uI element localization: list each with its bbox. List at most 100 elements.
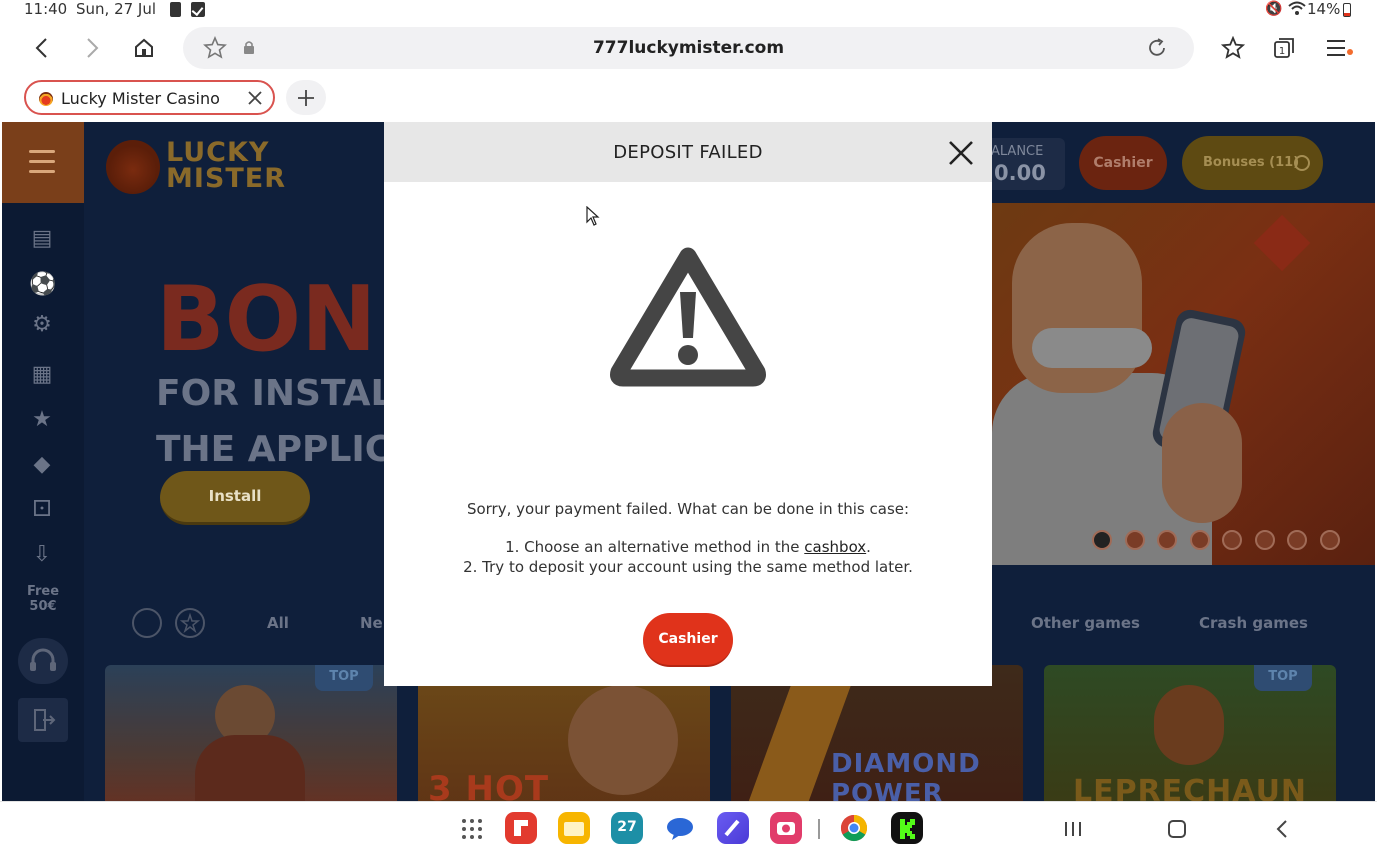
balance-value: 0.00: [994, 161, 1046, 185]
back-nav-icon[interactable]: [1269, 816, 1295, 842]
tab-close-icon[interactable]: [245, 88, 265, 108]
calendar-day: 27: [617, 819, 637, 835]
home-icon[interactable]: [129, 33, 159, 63]
slider-dot[interactable]: [1124, 530, 1145, 550]
messages-icon[interactable]: [664, 812, 696, 844]
game-card-1[interactable]: TOP: [105, 665, 397, 801]
filter-crash-games[interactable]: Crash games: [1199, 614, 1308, 632]
my-files-icon[interactable]: [558, 812, 590, 844]
camera-icon[interactable]: [770, 812, 802, 844]
mouse-cursor-icon: [586, 206, 600, 226]
gamepad-icon[interactable]: ⚙: [29, 312, 55, 338]
gift-icon[interactable]: ▦: [29, 362, 55, 388]
header-cashier-button[interactable]: Cashier: [1079, 136, 1167, 190]
notes-icon[interactable]: [717, 812, 749, 844]
flipboard-icon[interactable]: [505, 812, 537, 844]
balance-display: ALANCE 0.00: [987, 138, 1065, 190]
address-bar[interactable]: 777luckymister.com: [183, 27, 1194, 69]
game-card-title: LEPRECHAUN: [1072, 774, 1308, 801]
hero-subtitle-2: THE APPLICA: [156, 429, 420, 470]
site-menu-button[interactable]: [2, 122, 84, 203]
slider-dot[interactable]: [1189, 530, 1210, 550]
browser-toolbar: 777luckymister.com 1: [0, 20, 1377, 76]
install-button[interactable]: Install: [160, 471, 310, 525]
apps-grid-icon[interactable]: [459, 816, 485, 842]
plus-icon: [298, 89, 314, 106]
free-bonus-link[interactable]: Free 50€: [20, 584, 66, 614]
calendar-filter-icon[interactable]: [132, 608, 162, 638]
tabs-count-icon[interactable]: 1: [1269, 33, 1299, 63]
status-bar: 11:40 Sun, 27 Jul 🔇 14%: [0, 0, 1377, 20]
download-icon[interactable]: ⇩: [29, 542, 55, 568]
reload-icon[interactable]: [1145, 36, 1169, 60]
calendar-icon[interactable]: 27: [611, 812, 643, 844]
battery-level: 14%: [1307, 0, 1341, 18]
site-logo[interactable]: LUCKY MISTER: [106, 139, 296, 196]
slider-dot[interactable]: [1319, 530, 1340, 550]
logo-mascot-icon: [106, 140, 160, 194]
slider-dot[interactable]: [1222, 530, 1242, 550]
site-sidebar: ▤ ⚽ ⚙ ▦ ★ ◆ ⚀ ⇩ Free 50€: [2, 122, 84, 801]
top-badge: TOP: [1254, 665, 1312, 691]
dice-icon[interactable]: ⚀: [29, 497, 55, 523]
suggestion-1-end: .: [866, 538, 871, 556]
new-tab-button[interactable]: [286, 80, 326, 115]
browser-menu-icon[interactable]: [1321, 33, 1351, 63]
logout-button[interactable]: [18, 698, 68, 742]
gem-decoration: [1253, 214, 1311, 272]
bonuses-label: Bonuses (11): [1203, 155, 1300, 170]
tab-title: Lucky Mister Casino: [61, 89, 220, 108]
error-message: Sorry, your payment failed. What can be …: [466, 500, 910, 518]
support-button[interactable]: [18, 638, 68, 684]
slider-dots: [1092, 530, 1352, 550]
suggestion-1-text: 1. Choose an alternative method in the: [505, 538, 805, 556]
bonuses-button[interactable]: Bonuses (11): [1182, 136, 1323, 190]
top-badge: TOP: [315, 665, 373, 691]
url-text[interactable]: 777luckymister.com: [183, 38, 1194, 58]
hero-subtitle-1: FOR INSTAL: [156, 373, 394, 414]
update-dot: [1347, 49, 1353, 55]
filter-new[interactable]: Ne: [360, 614, 383, 632]
close-icon[interactable]: [946, 138, 976, 168]
soccer-ball-icon[interactable]: ⚽: [29, 272, 56, 298]
modal-title: DEPOSIT FAILED: [613, 142, 763, 163]
slot-machine-icon[interactable]: ▤: [29, 226, 55, 252]
slider-dot[interactable]: [1157, 530, 1177, 550]
logout-icon: [34, 709, 56, 731]
filter-other-games[interactable]: Other games: [1031, 614, 1140, 632]
forward-icon[interactable]: [78, 33, 108, 63]
slider-dot[interactable]: [1287, 530, 1307, 550]
gift-badge-icon: [1294, 155, 1310, 171]
warning-icon: [610, 247, 766, 387]
back-icon[interactable]: [26, 33, 56, 63]
trophy-icon[interactable]: ★: [29, 407, 55, 433]
status-time: 11:40: [24, 0, 68, 18]
game-card-4[interactable]: TOP LEPRECHAUN: [1044, 665, 1336, 801]
hero-banner-right: [992, 203, 1375, 565]
logo-text: LUCKY MISTER: [166, 139, 287, 194]
tab-lucky-mister[interactable]: Lucky Mister Casino: [24, 80, 275, 115]
hero-banner-left: BONU FOR INSTAL THE APPLICA Install: [84, 203, 450, 565]
slider-dot[interactable]: [1254, 530, 1275, 550]
wifi-icon: [1288, 1, 1306, 15]
dock-separator: [818, 819, 820, 839]
tab-strip: Lucky Mister Casino: [0, 76, 1377, 122]
slider-dot[interactable]: [1092, 530, 1112, 550]
logo-line-2: MISTER: [166, 163, 287, 194]
filter-all[interactable]: All: [267, 614, 289, 632]
favorite-filter-icon[interactable]: [175, 608, 205, 638]
kick-icon[interactable]: [891, 812, 923, 844]
suggestion-1: 1. Choose an alternative method in the c…: [384, 538, 992, 556]
home-nav-icon[interactable]: [1164, 816, 1190, 842]
bookmarks-icon[interactable]: [1218, 33, 1248, 63]
svg-text:1: 1: [1279, 46, 1285, 57]
cashbox-link[interactable]: cashbox: [804, 538, 866, 556]
mascot-hand: [1162, 403, 1242, 523]
balance-label: ALANCE: [991, 144, 1044, 159]
modal-cashier-button[interactable]: Cashier: [643, 613, 733, 667]
recent-apps-icon[interactable]: [1060, 816, 1086, 842]
chrome-icon[interactable]: [838, 812, 870, 844]
taskbar-dock: 27: [0, 801, 1377, 858]
status-date: Sun, 27 Jul: [76, 0, 157, 18]
diamond-icon[interactable]: ◆: [29, 452, 55, 478]
